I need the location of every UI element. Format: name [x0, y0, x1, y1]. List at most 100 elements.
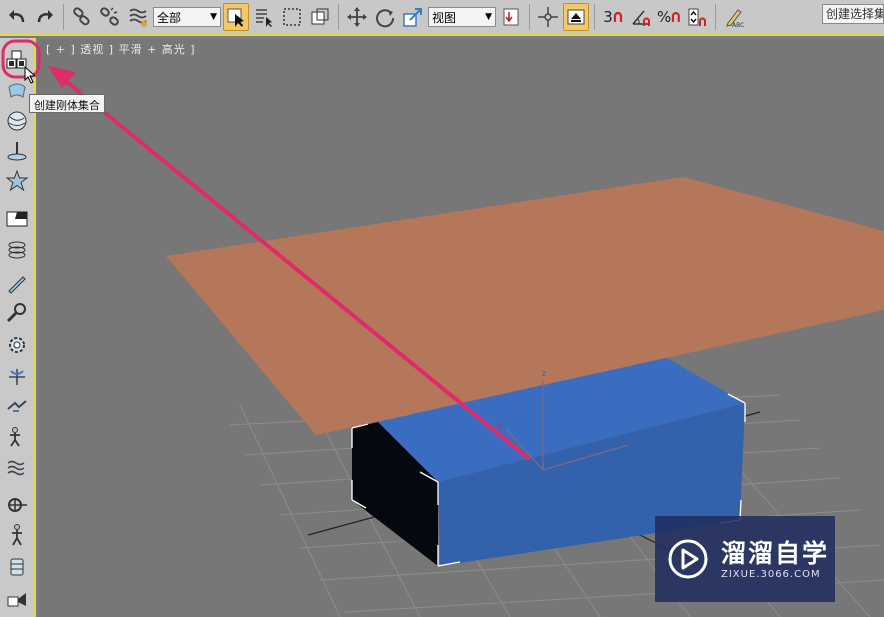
named-selection-set-input[interactable]: 创建选择集 [822, 4, 884, 24]
keyboard-shortcut-override-button[interactable] [563, 3, 589, 31]
chevron-down-icon: ▼ [210, 12, 217, 22]
window-crossing-icon [311, 8, 329, 25]
water-icon [7, 460, 25, 476]
snaps-toggle-button[interactable]: 3 [600, 3, 626, 31]
fracture-icon [7, 400, 27, 412]
percent-snap-button[interactable]: % [656, 3, 682, 31]
keyboard-override-icon [567, 9, 585, 25]
coordinate-system-value: 视图 [432, 10, 457, 25]
create-wind-button[interactable] [4, 270, 30, 296]
create-motor-button[interactable] [4, 300, 30, 326]
select-and-rotate-button[interactable] [372, 3, 398, 31]
scale-icon [403, 8, 422, 27]
ragdoll-icon [10, 427, 20, 447]
watermark-name: 溜溜自学 [721, 538, 830, 568]
preview-animation-button[interactable] [4, 586, 30, 612]
edit-named-selection-button[interactable]: ABC [721, 3, 747, 31]
select-by-name-button[interactable] [251, 3, 277, 31]
unlink-icon [100, 7, 119, 26]
undo-button[interactable] [4, 3, 30, 31]
undo-icon [9, 10, 25, 23]
select-by-name-icon [256, 9, 272, 27]
rope-collection-button[interactable] [4, 138, 30, 164]
dashpot-icon [8, 498, 27, 512]
toolbar-separator [338, 4, 339, 30]
select-cursor-icon [227, 8, 244, 27]
selection-filter-value: 全部 [157, 10, 182, 25]
angle-snap-icon [632, 10, 650, 26]
link-icon [73, 7, 90, 26]
edit-named-selection-icon: ABC [726, 9, 744, 28]
spinner-snap-button[interactable] [684, 3, 710, 31]
toolbar-separator [529, 4, 530, 30]
watermark-text: 溜溜自学 ZIXUE.3066.COM [721, 539, 829, 580]
spinner-snap-icon [688, 8, 706, 26]
main-toolbar: 全部 ▼ 视图 ▼ 3 % ABC [0, 0, 884, 36]
gear-icon [9, 337, 25, 353]
create-plane-button[interactable] [4, 168, 30, 194]
gizmo-y-label: y [628, 437, 633, 446]
create-cloth-modifier-button[interactable] [4, 554, 30, 580]
use-pivot-center-button[interactable] [498, 3, 524, 31]
watermark: 溜溜自学 ZIXUE.3066.COM [655, 516, 835, 602]
move-icon [347, 7, 367, 27]
rect-selection-region-button[interactable] [279, 3, 305, 31]
magnet-icon [613, 11, 622, 22]
hinge-icon [9, 369, 25, 385]
watermark-url: ZIXUE.3066.COM [721, 568, 821, 580]
create-point-button[interactable] [4, 364, 30, 390]
soft-body-collection-button[interactable] [4, 108, 30, 134]
toolbar-separator [715, 4, 716, 30]
snaps-dimension-label: 3 [603, 8, 613, 26]
app-window: 全部 ▼ 视图 ▼ 3 % ABC 创建选择集 z y x [+] 透视]… [0, 0, 884, 617]
unlink-selection-button[interactable] [97, 3, 123, 31]
bind-space-warp-button[interactable] [125, 3, 151, 31]
rectangle-select-icon [283, 8, 301, 26]
select-and-move-button[interactable] [344, 3, 370, 31]
figure-icon [12, 524, 22, 546]
left-command-strip [0, 38, 36, 617]
gizmo-x-label: x [497, 421, 502, 430]
create-dashpot-button[interactable] [4, 492, 30, 518]
angle-snap-button[interactable] [628, 3, 654, 31]
redo-icon [37, 10, 53, 23]
select-and-link-button[interactable] [69, 3, 95, 31]
select-and-manipulate-button[interactable] [535, 3, 561, 31]
toolbar-separator [63, 4, 64, 30]
window-crossing-button[interactable] [307, 3, 333, 31]
create-toy-car-button[interactable] [4, 238, 30, 264]
create-linear-dashpot-button[interactable] [4, 522, 30, 548]
sphere-icon [7, 111, 27, 131]
toolbar-separator [594, 4, 595, 30]
wrench-icon [6, 303, 26, 323]
create-water-button[interactable] [4, 454, 30, 480]
percent-symbol: % [657, 8, 672, 26]
chevron-down-icon: ▼ [485, 12, 492, 22]
magnet-icon [672, 12, 681, 22]
reference-coordinate-dropdown[interactable]: 视图 ▼ [428, 7, 496, 27]
redo-button[interactable] [32, 3, 58, 31]
coil-icon [8, 241, 26, 259]
panel-icon [6, 211, 28, 227]
create-hinge-button[interactable] [4, 332, 30, 358]
pin-icon [7, 142, 27, 161]
cylinder-icon [10, 558, 24, 576]
rotate-icon [376, 9, 395, 28]
svg-text:ABC: ABC [732, 22, 744, 28]
viewport-label[interactable]: [ + ] 透视 ] 平滑 + 高光 ] [46, 41, 196, 57]
manipulate-icon [538, 7, 558, 27]
space-warp-icon [129, 8, 147, 27]
select-object-button[interactable] [223, 3, 249, 31]
create-ragdoll-button[interactable] [4, 424, 30, 450]
watermark-play-icon [668, 539, 708, 579]
mouse-cursor-icon [24, 66, 37, 84]
create-spring-button[interactable] [4, 206, 30, 232]
create-fracture-button[interactable] [4, 394, 30, 420]
pencil-icon [8, 276, 26, 294]
preview-icon [7, 593, 26, 607]
star-icon [5, 169, 29, 192]
selection-filter-dropdown[interactable]: 全部 ▼ [153, 7, 221, 27]
gizmo-z-label: z [542, 369, 546, 378]
pivot-center-icon [503, 8, 519, 26]
select-and-scale-button[interactable] [400, 3, 426, 31]
